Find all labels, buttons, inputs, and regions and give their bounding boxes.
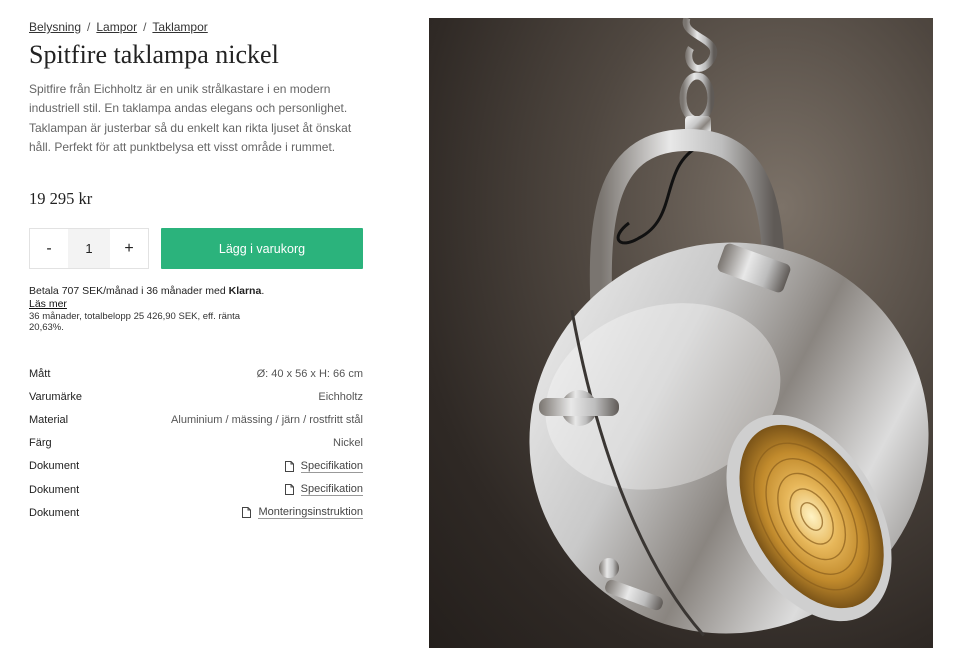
spec-value: Aluminium / mässing / järn / rostfritt s… xyxy=(171,413,363,426)
klarna-financing: Betala 707 SEK/månad i 36 månader med Kl… xyxy=(29,285,363,333)
spec-row-material: Material Aluminium / mässing / järn / ro… xyxy=(29,408,363,431)
spec-label: Mått xyxy=(29,367,51,380)
document-icon xyxy=(284,460,294,472)
specification-link[interactable]: Specifikation xyxy=(300,460,363,473)
spec-row-dokument: Dokument Specifikation xyxy=(29,455,363,478)
quantity-stepper: - + xyxy=(29,228,149,269)
klarna-offer: Betala 707 SEK/månad i 36 månader med Kl… xyxy=(29,285,363,298)
breadcrumb-belysning[interactable]: Belysning xyxy=(29,20,81,34)
spec-label: Material xyxy=(29,413,69,426)
klarna-read-more-link[interactable]: Läs mer xyxy=(29,298,67,311)
spec-value: Specifikation xyxy=(284,483,363,497)
klarna-offer-end: . xyxy=(261,285,265,297)
klarna-offer-text: Betala 707 SEK/månad i 36 månader med xyxy=(29,285,229,297)
klarna-fine-print: 36 månader, totalbelopp 25 426,90 SEK, e… xyxy=(29,311,241,333)
product-description: Spitfire från Eichholtz är en unik strål… xyxy=(29,82,352,155)
spec-label: Dokument xyxy=(29,506,80,519)
spec-row-dokument: Dokument Monteringsinstruktion xyxy=(29,501,363,524)
breadcrumb-taklampor[interactable]: Taklampor xyxy=(152,20,207,34)
breadcrumb-separator: / xyxy=(87,20,91,34)
spec-value: Specifikation xyxy=(284,460,363,473)
product-price: 19 295 kr xyxy=(29,189,93,208)
spec-row-varumarke: Varumärke Eichholtz xyxy=(29,385,363,408)
spec-label: Varumärke xyxy=(29,390,82,403)
klarna-brand: Klarna xyxy=(228,285,262,297)
spotlight-lamp-illustration xyxy=(529,18,929,637)
decrease-quantity-button[interactable]: - xyxy=(30,229,68,268)
increase-quantity-button[interactable]: + xyxy=(110,229,148,268)
spec-label: Dokument xyxy=(29,460,80,473)
assembly-instructions-link[interactable]: Monteringsinstruktion xyxy=(258,506,363,520)
document-icon xyxy=(284,484,294,496)
spec-value: Monteringsinstruktion xyxy=(242,506,363,520)
breadcrumb: Belysning / Lampor / Taklampor xyxy=(29,20,208,34)
add-to-cart-button[interactable]: Lägg i varukorg xyxy=(161,228,363,269)
spec-value: Eichholtz xyxy=(318,390,363,403)
product-title: Spitfire taklampa nickel xyxy=(29,40,279,69)
spec-label: Färg xyxy=(29,437,52,450)
quantity-input[interactable] xyxy=(68,229,110,268)
specification-link[interactable]: Specifikation xyxy=(300,483,363,497)
product-image[interactable] xyxy=(429,18,933,648)
breadcrumb-separator: / xyxy=(143,20,147,34)
spec-value: Ø: 40 x 56 x H: 66 cm xyxy=(256,367,363,380)
specifications-table: Mått Ø: 40 x 56 x H: 66 cm Varumärke Eic… xyxy=(29,362,363,524)
spec-row-dokument: Dokument Specifikation xyxy=(29,478,363,501)
spec-row-matt: Mått Ø: 40 x 56 x H: 66 cm xyxy=(29,362,363,385)
breadcrumb-lampor[interactable]: Lampor xyxy=(96,20,137,34)
spec-row-farg: Färg Nickel xyxy=(29,432,363,455)
document-icon xyxy=(242,507,252,519)
spec-label: Dokument xyxy=(29,483,80,496)
spec-value: Nickel xyxy=(333,437,363,450)
